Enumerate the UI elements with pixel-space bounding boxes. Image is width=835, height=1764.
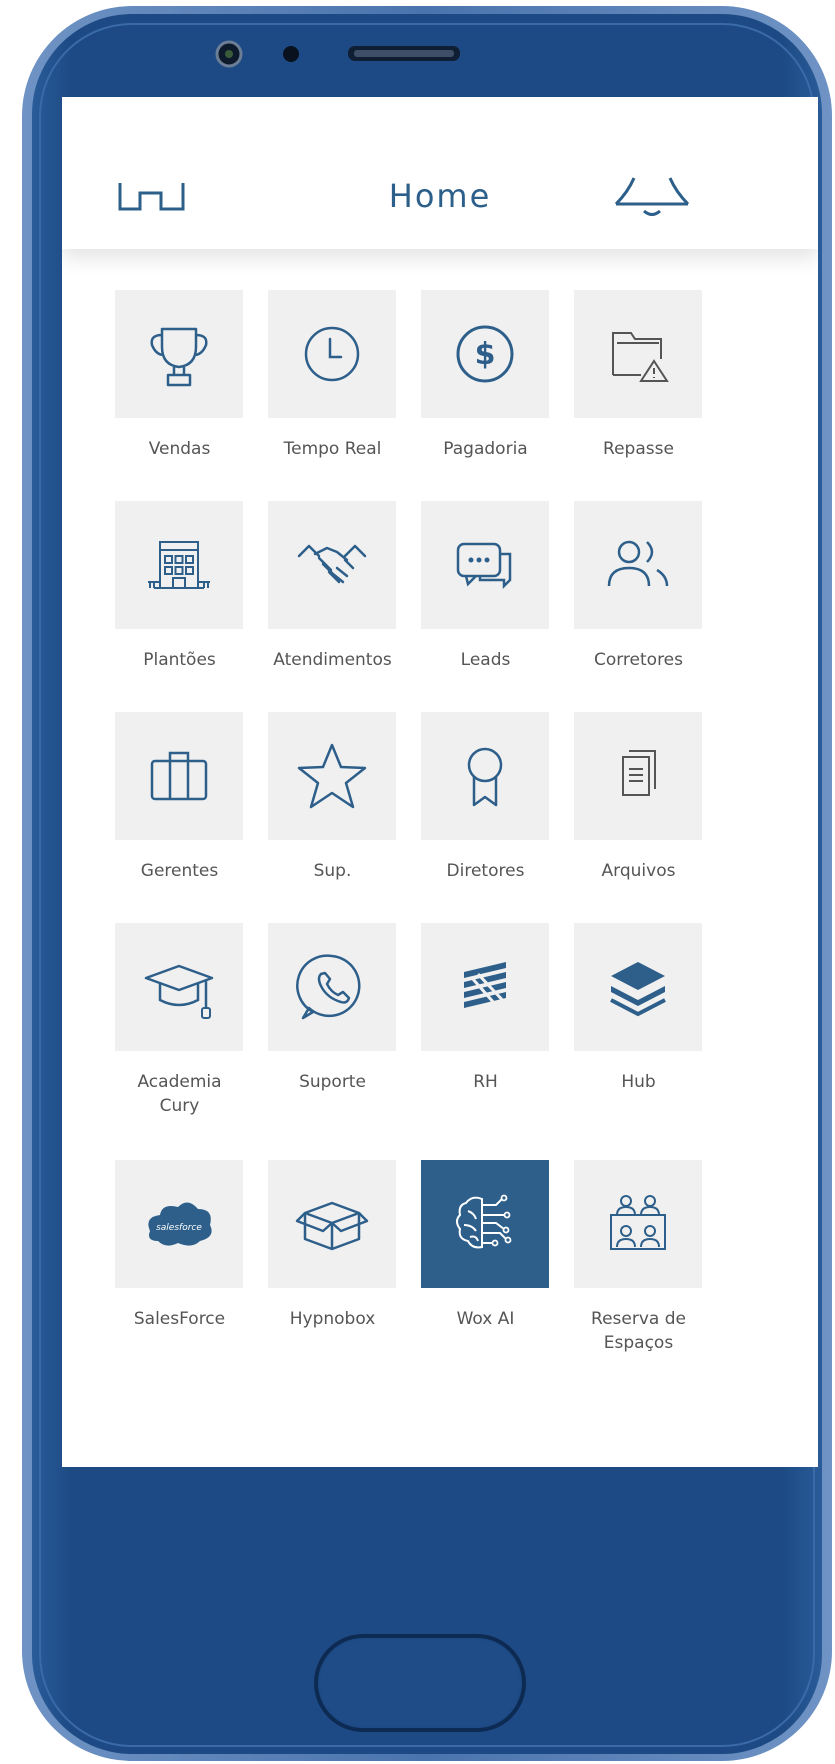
layers-icon [610, 962, 666, 1017]
clock-icon [304, 326, 360, 382]
chat-icon [456, 542, 512, 590]
tile-label: Hub [621, 1072, 656, 1092]
svg-text:$: $ [475, 337, 496, 372]
tile-label: Academia Cury [137, 1072, 222, 1116]
trophy-icon [150, 327, 208, 387]
tile-label: Diretores [446, 861, 525, 881]
award-icon [467, 747, 503, 807]
tile-label: Gerentes [140, 861, 219, 881]
tile-label: Reserva de Espaços [591, 1309, 686, 1353]
rh-logo-icon [464, 962, 510, 1013]
tile-icon-box[interactable] [574, 1160, 702, 1288]
tile-icon-box[interactable] [115, 501, 243, 629]
tile-icon-box[interactable] [421, 712, 549, 840]
tile-icon-box[interactable] [268, 501, 396, 629]
tile-label: Atendimentos [273, 650, 392, 670]
meeting-room-icon [610, 1195, 666, 1250]
tile-icon-box[interactable]: $ [421, 290, 549, 418]
star-icon [297, 743, 367, 809]
app-screen: Home Vendas Tempo Real $ Pagadoria Repasse Pl… [62, 97, 818, 1467]
tile-label: Suporte [299, 1072, 366, 1092]
tile-icon-box[interactable] [574, 501, 702, 629]
phone-frame: Home Vendas Tempo Real $ Pagadoria Repasse Pl… [0, 0, 835, 1764]
tile-icon-box[interactable] [421, 923, 549, 1051]
handshake-icon [297, 544, 367, 584]
tile-label: Pagadoria [443, 439, 528, 459]
building-icon [148, 541, 210, 589]
whatsapp-icon [296, 954, 361, 1020]
documents-icon [622, 750, 656, 796]
tile-label: Plantões [143, 650, 216, 670]
tile-icon-box[interactable] [421, 1160, 549, 1288]
tile-label: Repasse [603, 439, 674, 459]
tile-label: Corretores [593, 650, 684, 670]
tile-label: Hypnobox [289, 1309, 376, 1329]
folder-warning-icon [612, 332, 669, 382]
tile-icon-box[interactable] [115, 712, 243, 840]
tile-label: RH [473, 1072, 498, 1092]
tile-icon-box[interactable] [574, 290, 702, 418]
dollar-icon: $ [456, 325, 514, 383]
ai-brain-icon [456, 1194, 512, 1249]
tile-label: Wox AI [456, 1309, 515, 1329]
graduation-cap-icon [144, 964, 214, 1019]
tile-label: Sup. [313, 861, 352, 881]
svg-text:salesforce: salesforce [156, 1223, 202, 1233]
tile-icon-box[interactable] [115, 923, 243, 1051]
tile-icon-box[interactable] [268, 1160, 396, 1288]
tile-label: Vendas [148, 439, 211, 459]
tile-icon-box[interactable] [574, 712, 702, 840]
box-icon [295, 1201, 369, 1251]
tile-label: SalesForce [133, 1309, 226, 1329]
tile-label: Tempo Real [283, 439, 382, 459]
tile-icon-box[interactable] [115, 290, 243, 418]
tile-icon-box[interactable]: salesforce [115, 1160, 243, 1288]
app-header: Home [62, 97, 818, 249]
tile-label: Arquivos [601, 861, 676, 881]
tile-label: Leads [460, 650, 511, 670]
bell-icon[interactable] [614, 174, 690, 218]
briefcase-icon [150, 751, 208, 801]
tile-icon-box[interactable] [268, 923, 396, 1051]
tile-icon-box[interactable] [421, 501, 549, 629]
users-icon [607, 540, 669, 587]
tile-icon-box[interactable] [268, 712, 396, 840]
tile-icon-box[interactable] [268, 290, 396, 418]
salesforce-cloud-icon: salesforce [148, 1202, 212, 1246]
tile-icon-box[interactable] [574, 923, 702, 1051]
page-title: Home [388, 177, 492, 215]
